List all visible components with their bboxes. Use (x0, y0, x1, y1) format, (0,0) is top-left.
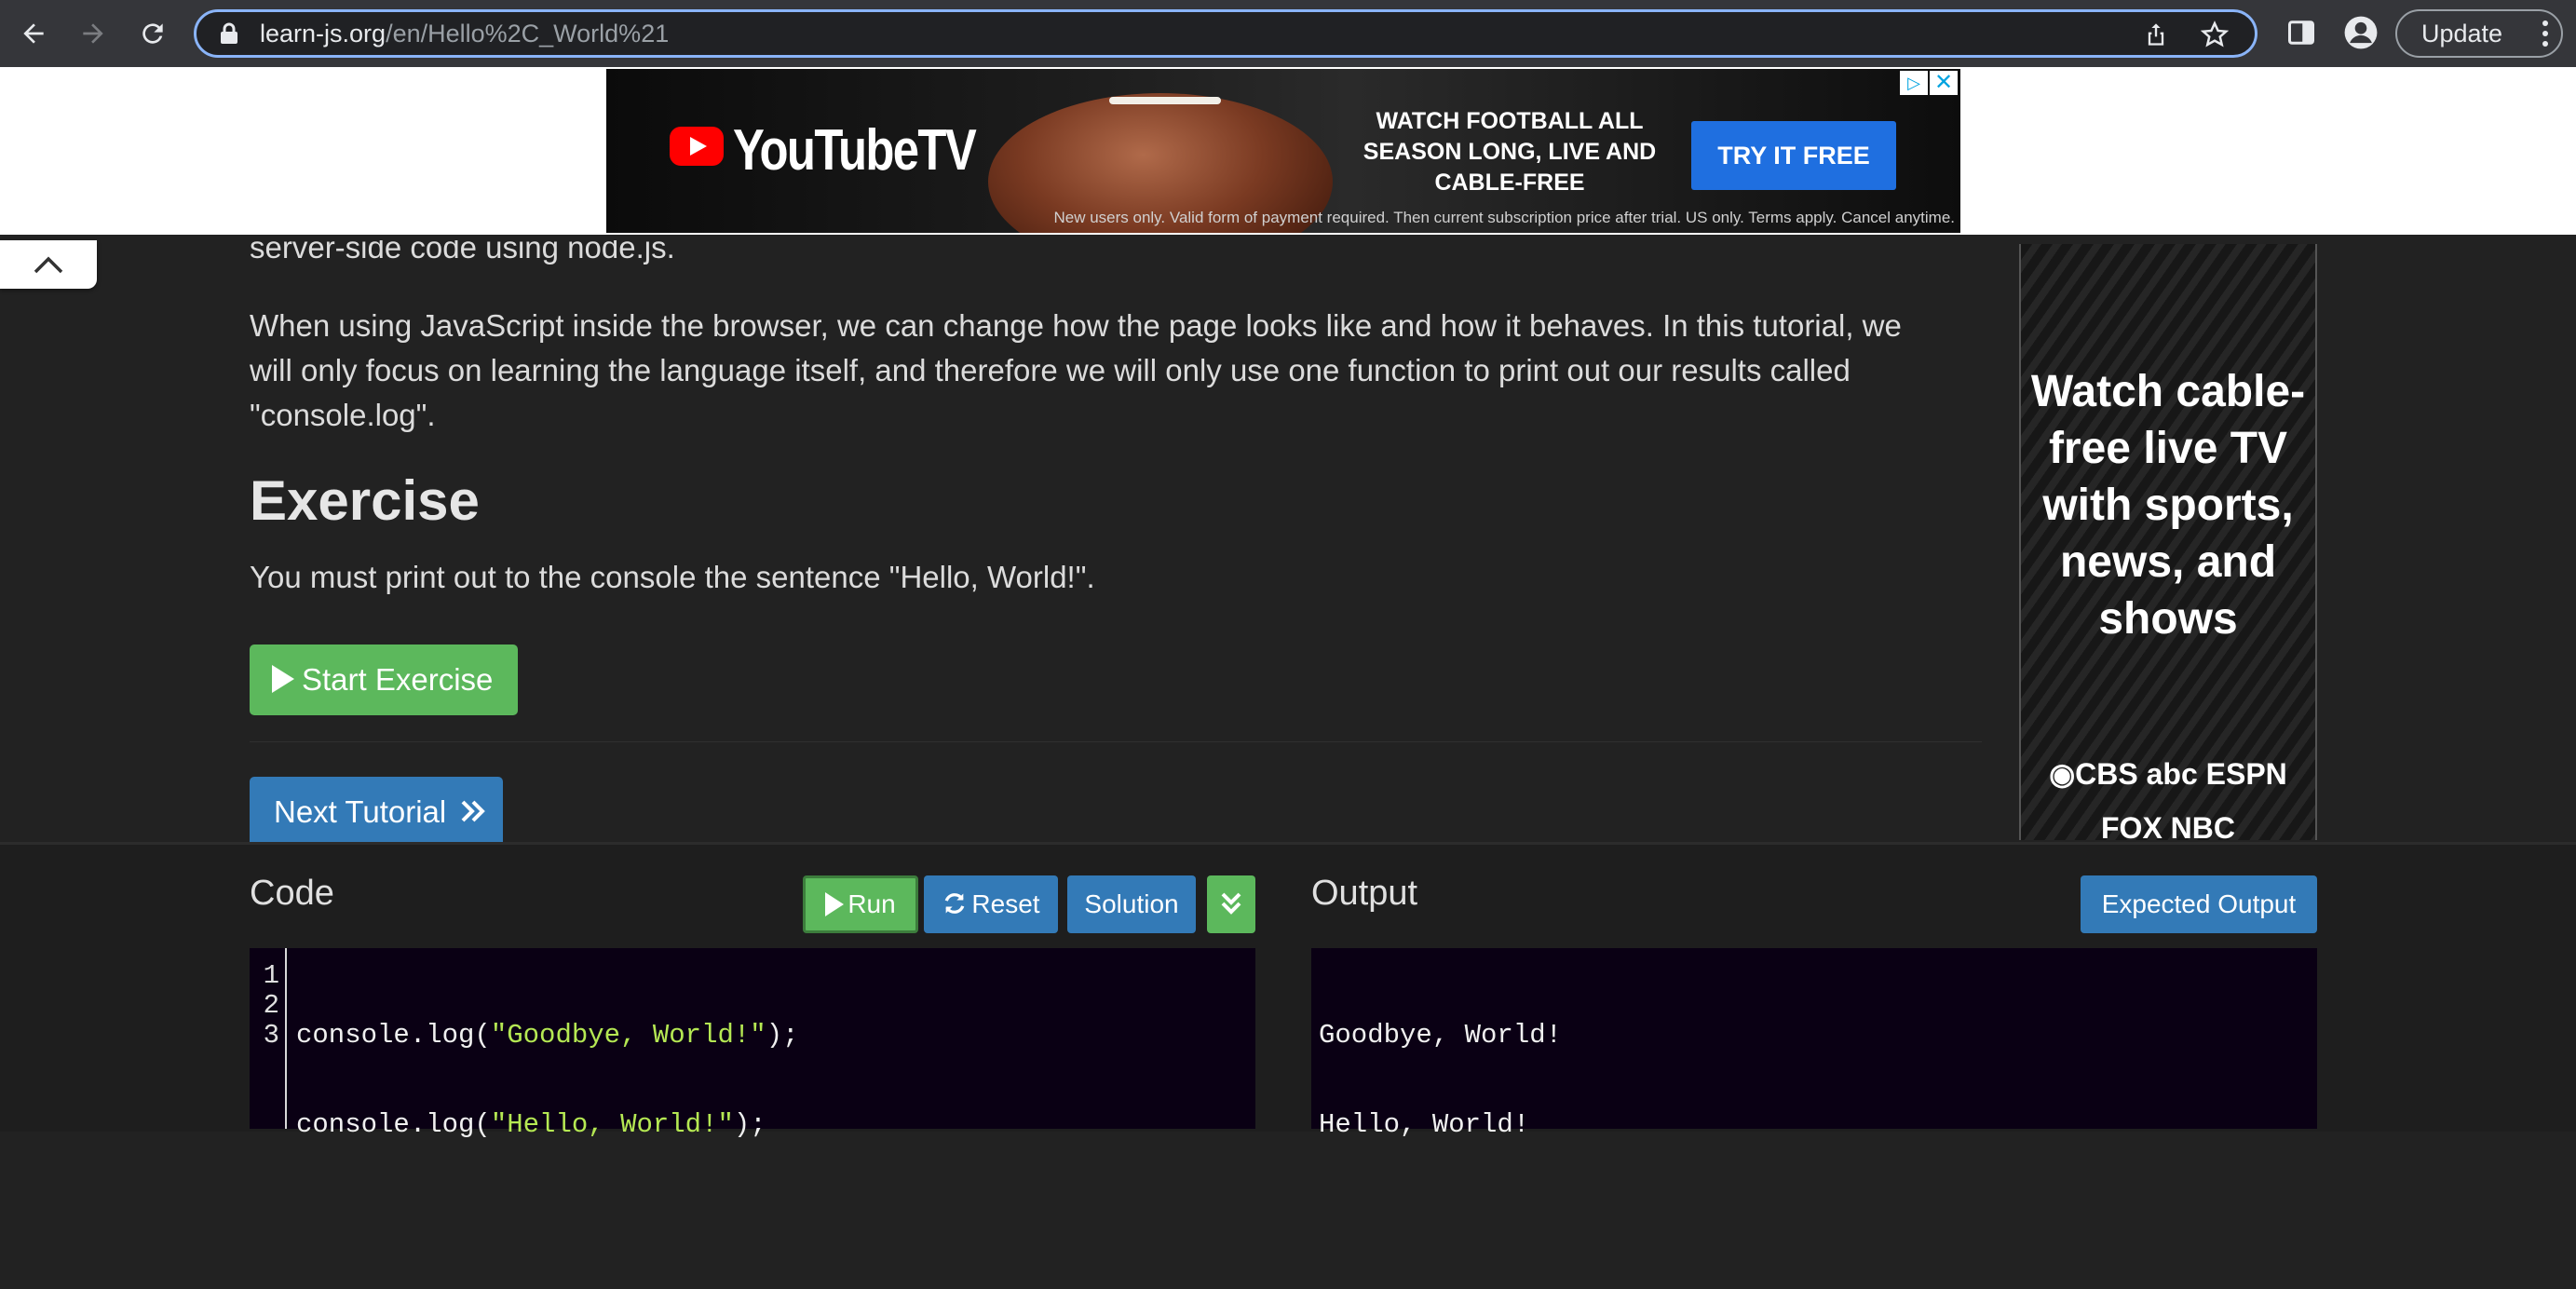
line-number-gutter: 1 2 3 (250, 948, 287, 1129)
side-panel-icon[interactable] (2287, 19, 2315, 47)
adchoices-icon[interactable]: ▷ (1900, 71, 1928, 95)
output-title: Output (1311, 874, 1418, 913)
next-tutorial-button[interactable]: Next Tutorial (250, 777, 503, 848)
ad-headline: WATCH FOOTBALL ALL SEASON LONG, LIVE AND… (1363, 108, 1657, 196)
code-token: ); (766, 1020, 799, 1051)
address-bar[interactable]: learn-js.org/en/Hello%2C_World%21 (194, 9, 2257, 58)
profile-avatar-icon[interactable] (2343, 15, 2379, 50)
output-console: Goodbye, World! Hello, World! (1311, 948, 2317, 1140)
play-icon (272, 665, 294, 694)
network-logos: ◉CBS abc ESPN FOX NBC (2021, 747, 2315, 855)
code-token: ); (733, 1109, 766, 1140)
share-icon[interactable] (2143, 21, 2169, 47)
back-button[interactable] (13, 13, 54, 54)
code-editor[interactable]: 1 2 3 console.log("Goodbye, World!"); co… (250, 948, 1255, 1140)
exercise-instructions: You must print out to the console the se… (250, 560, 1095, 594)
arrow-right-icon (83, 23, 103, 44)
expected-output-button[interactable]: Expected Output (2081, 875, 2317, 933)
line-number: 3 (263, 1020, 279, 1051)
update-label: Update (2421, 20, 2503, 47)
update-button[interactable]: Update (2395, 9, 2563, 58)
code-lines: console.log("Goodbye, World!"); console.… (296, 961, 799, 1289)
reload-icon (142, 23, 163, 44)
star-icon[interactable] (2201, 20, 2229, 48)
next-tutorial-label: Next Tutorial (274, 794, 447, 829)
solution-button[interactable]: Solution (1067, 875, 1196, 933)
line-number: 1 (263, 960, 279, 991)
line-number: 2 (263, 990, 279, 1021)
side-banner-ad[interactable]: Watch cable-free live TV with sports, ne… (2019, 244, 2317, 845)
double-chevron-down-icon (1221, 892, 1241, 915)
collapse-ad-button[interactable] (0, 240, 97, 289)
more-menu-icon (2542, 20, 2548, 51)
code-token: console.log( (296, 1109, 491, 1140)
ad-close-icon[interactable]: ✕ (1930, 71, 1958, 95)
top-ad-strip: YouTubeTV WATCH FOOTBALL ALL SEASON LONG… (0, 67, 2576, 235)
code-line: console.log("Hello, World!"); (296, 1110, 799, 1140)
forward-button[interactable] (73, 13, 114, 54)
section-divider (250, 741, 1982, 742)
exercise-heading: Exercise (250, 469, 480, 532)
network-logos-row1: ◉CBS abc ESPN (2049, 757, 2287, 791)
url-path: /en/Hello%2C_World%21 (386, 20, 670, 47)
article-paragraph: When using JavaScript inside the browser… (250, 308, 1902, 432)
ad-fine-print: New users only. Valid form of payment re… (1053, 209, 1955, 226)
reset-label: Reset (971, 889, 1040, 918)
url-host: learn-js.org (260, 20, 386, 47)
lock-icon (221, 22, 237, 44)
arrow-left-icon (23, 23, 44, 44)
browser-toolbar: learn-js.org/en/Hello%2C_World%21 Update (0, 0, 2576, 67)
code-string: "Goodbye, World!" (490, 1020, 766, 1051)
reload-button[interactable] (132, 13, 173, 54)
youtube-tv-banner-ad[interactable]: YouTubeTV WATCH FOOTBALL ALL SEASON LONG… (606, 69, 1960, 233)
football-lace (1109, 97, 1221, 104)
output-line: Hello, World! (1319, 1109, 1530, 1140)
code-token: console.log( (296, 1020, 491, 1051)
youtube-play-icon (670, 127, 724, 166)
run-button[interactable]: Run (803, 875, 918, 933)
side-ad-headline: Watch cable-free live TV with sports, ne… (2030, 367, 2306, 644)
output-lines: Goodbye, World! Hello, World! (1319, 961, 1562, 1200)
try-it-free-button[interactable]: TRY IT FREE (1691, 121, 1896, 190)
chevron-up-icon (34, 256, 63, 274)
reset-button[interactable]: Reset (924, 875, 1058, 933)
start-exercise-label: Start Exercise (302, 662, 494, 697)
refresh-icon (945, 892, 965, 914)
start-exercise-button[interactable]: Start Exercise (250, 644, 518, 715)
ad-brand: YouTubeTV (733, 118, 977, 183)
double-chevron-right-icon (462, 800, 486, 822)
play-icon (825, 891, 845, 916)
ad-strip-edge (0, 235, 2576, 244)
run-label: Run (847, 889, 896, 918)
expand-panel-button[interactable] (1207, 875, 1255, 933)
code-line: console.log("Goodbye, World!"); (296, 1021, 799, 1051)
output-line: Goodbye, World! (1319, 1020, 1563, 1051)
code-title: Code (250, 874, 334, 913)
code-string: "Hello, World!" (490, 1109, 734, 1140)
url-text: learn-js.org/en/Hello%2C_World%21 (260, 12, 669, 55)
